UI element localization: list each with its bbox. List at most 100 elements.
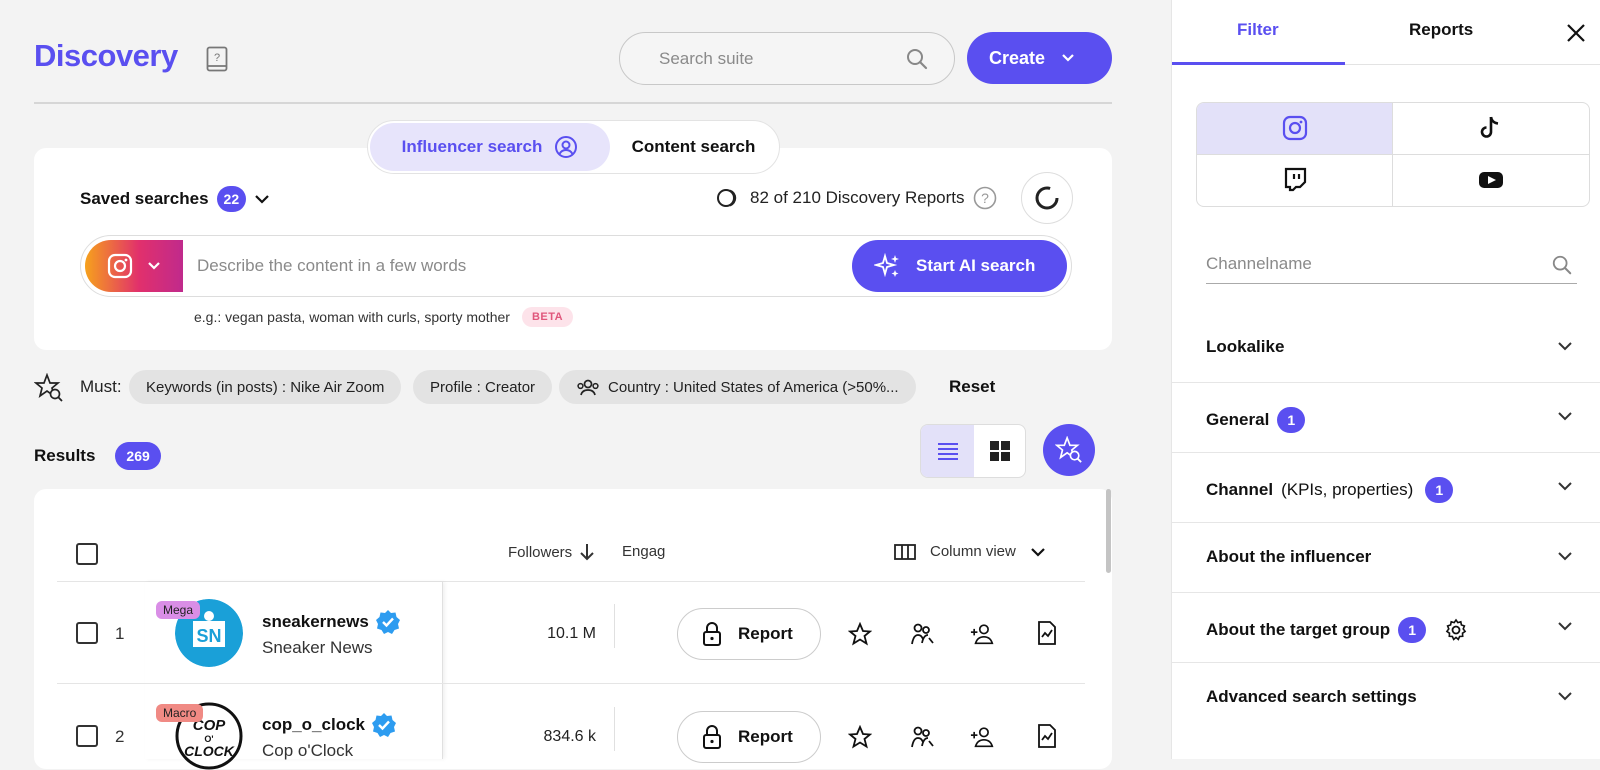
- start-ai-search-button[interactable]: Start AI search: [852, 240, 1067, 292]
- filter-chip-keywords[interactable]: Keywords (in posts) : Nike Air Zoom: [129, 370, 402, 404]
- row-checkbox[interactable]: [76, 622, 98, 644]
- active-tab-indicator: [1172, 62, 1345, 65]
- saved-count-badge: 22: [216, 186, 247, 212]
- ai-search-input[interactable]: Describe the content in a few words: [197, 256, 466, 276]
- username-link[interactable]: cop_o_clock: [262, 712, 397, 738]
- filter-chip-profile[interactable]: Profile : Creator: [413, 370, 553, 404]
- tab-filter[interactable]: Filter: [1237, 20, 1279, 40]
- lookalike-icon[interactable]: [909, 621, 935, 647]
- saved-search-fab[interactable]: [1043, 424, 1095, 476]
- add-user-icon[interactable]: [970, 724, 996, 750]
- list-view-button[interactable]: [921, 425, 974, 477]
- tier-tag-mega: Mega: [156, 601, 201, 619]
- display-name: Sneaker News: [262, 638, 373, 657]
- svg-text:CLOCK: CLOCK: [184, 743, 235, 759]
- spinner-icon: [1035, 186, 1059, 210]
- report-button[interactable]: Report: [677, 608, 821, 660]
- section-about-influencer[interactable]: About the influencer: [1172, 523, 1600, 593]
- platform-twitch[interactable]: [1197, 154, 1393, 206]
- tab-content-search[interactable]: Content search: [610, 137, 777, 157]
- svg-text:SN: SN: [196, 626, 221, 646]
- channelname-input[interactable]: Channelname: [1206, 252, 1577, 284]
- platform-youtube[interactable]: [1393, 155, 1589, 207]
- column-divider: [614, 604, 615, 648]
- reports-counter: 82 of 210 Discovery Reports ?: [716, 186, 997, 210]
- section-channel[interactable]: Channel (KPIs, properties) 1: [1172, 453, 1600, 523]
- platform-select-button[interactable]: [85, 240, 183, 292]
- search-icon: [907, 49, 928, 70]
- lookalike-icon[interactable]: [909, 724, 935, 750]
- section-general[interactable]: General 1: [1172, 383, 1600, 453]
- filter-chip-country[interactable]: Country : United States of America (>50%…: [559, 370, 916, 404]
- chevron-down-icon: [1558, 692, 1572, 701]
- platform-grid: [1196, 102, 1590, 207]
- search-mode-toggle: Influencer search Content search: [367, 120, 780, 174]
- export-report-icon[interactable]: [1034, 723, 1060, 749]
- reports-quota-icon: [717, 189, 737, 207]
- tab-reports[interactable]: Reports: [1409, 20, 1473, 40]
- saved-searches-dropdown[interactable]: Saved searches 22: [80, 186, 270, 212]
- main-panel: Discovery ? Search suite Create Influenc…: [0, 0, 1171, 770]
- table-scrollbar[interactable]: [1106, 489, 1111, 573]
- followers-value: 10.1 M: [547, 625, 596, 642]
- add-user-icon[interactable]: [970, 621, 996, 647]
- chevron-down-icon: [1062, 54, 1074, 62]
- section-about-target-group[interactable]: About the target group 1: [1172, 593, 1600, 663]
- svg-text:?: ?: [214, 52, 220, 64]
- ai-search-example: e.g.: vegan pasta, woman with curls, spo…: [194, 307, 574, 327]
- export-report-icon[interactable]: [1034, 620, 1060, 646]
- close-icon[interactable]: [1565, 22, 1587, 44]
- grid-view-button[interactable]: [974, 425, 1025, 477]
- twitch-icon: [1284, 168, 1306, 192]
- chevron-down-icon: [148, 262, 160, 270]
- row-index: 2: [115, 727, 125, 746]
- favorite-star-icon[interactable]: [847, 724, 873, 750]
- lock-icon: [703, 725, 721, 749]
- chevron-down-icon: [1558, 622, 1572, 631]
- favorite-star-icon[interactable]: [847, 621, 873, 647]
- section-badge: 1: [1425, 477, 1454, 503]
- section-advanced-search[interactable]: Advanced search settings: [1172, 663, 1600, 733]
- svg-text:?: ?: [981, 190, 989, 206]
- chevron-down-icon: [255, 195, 269, 204]
- tab-influencer-search[interactable]: Influencer search: [370, 123, 610, 171]
- page-title: Discovery: [34, 38, 178, 73]
- report-button[interactable]: Report: [677, 711, 821, 763]
- chevron-down-icon: [1031, 547, 1045, 557]
- tier-tag-macro: Macro: [156, 704, 204, 722]
- section-lookalike[interactable]: Lookalike: [1172, 313, 1600, 383]
- followers-header[interactable]: Followers: [508, 543, 594, 561]
- star-search-icon: [1055, 436, 1082, 463]
- help-icon[interactable]: ?: [973, 186, 997, 210]
- row-checkbox[interactable]: [76, 725, 98, 747]
- instagram-icon: [107, 253, 133, 279]
- filter-sidebar: Filter Reports Channelname Lookalike Gen…: [1171, 0, 1600, 759]
- row-index: 1: [115, 624, 125, 643]
- chevron-down-icon: [1558, 552, 1572, 561]
- gear-icon[interactable]: [1444, 618, 1468, 642]
- grid-icon: [989, 441, 1010, 461]
- search-suite-input[interactable]: Search suite: [619, 32, 955, 85]
- platform-tiktok[interactable]: [1393, 103, 1589, 155]
- loading-spinner-button[interactable]: [1021, 172, 1073, 224]
- youtube-icon: [1479, 172, 1503, 189]
- followers-value: 834.6 k: [543, 728, 596, 745]
- must-label: Must:: [80, 377, 122, 396]
- search-icon: [1552, 255, 1572, 275]
- instagram-icon: [1282, 116, 1307, 141]
- verified-icon: [375, 610, 400, 634]
- platform-instagram[interactable]: [1197, 103, 1393, 155]
- display-name: Cop o'Clock: [262, 741, 354, 760]
- chevron-down-icon: [1558, 482, 1572, 491]
- select-all-checkbox[interactable]: [76, 543, 98, 565]
- lock-icon: [703, 622, 721, 646]
- help-book-icon[interactable]: ?: [206, 46, 228, 72]
- section-badge: 1: [1277, 407, 1306, 433]
- create-button[interactable]: Create: [967, 32, 1112, 84]
- column-view-dropdown[interactable]: Column view: [894, 543, 1046, 560]
- engagement-header[interactable]: Engag: [622, 543, 665, 560]
- reset-filters-button[interactable]: Reset: [949, 377, 995, 397]
- username-link[interactable]: sneakernews: [262, 609, 401, 635]
- view-toggle: [920, 424, 1026, 478]
- tiktok-icon: [1480, 116, 1499, 139]
